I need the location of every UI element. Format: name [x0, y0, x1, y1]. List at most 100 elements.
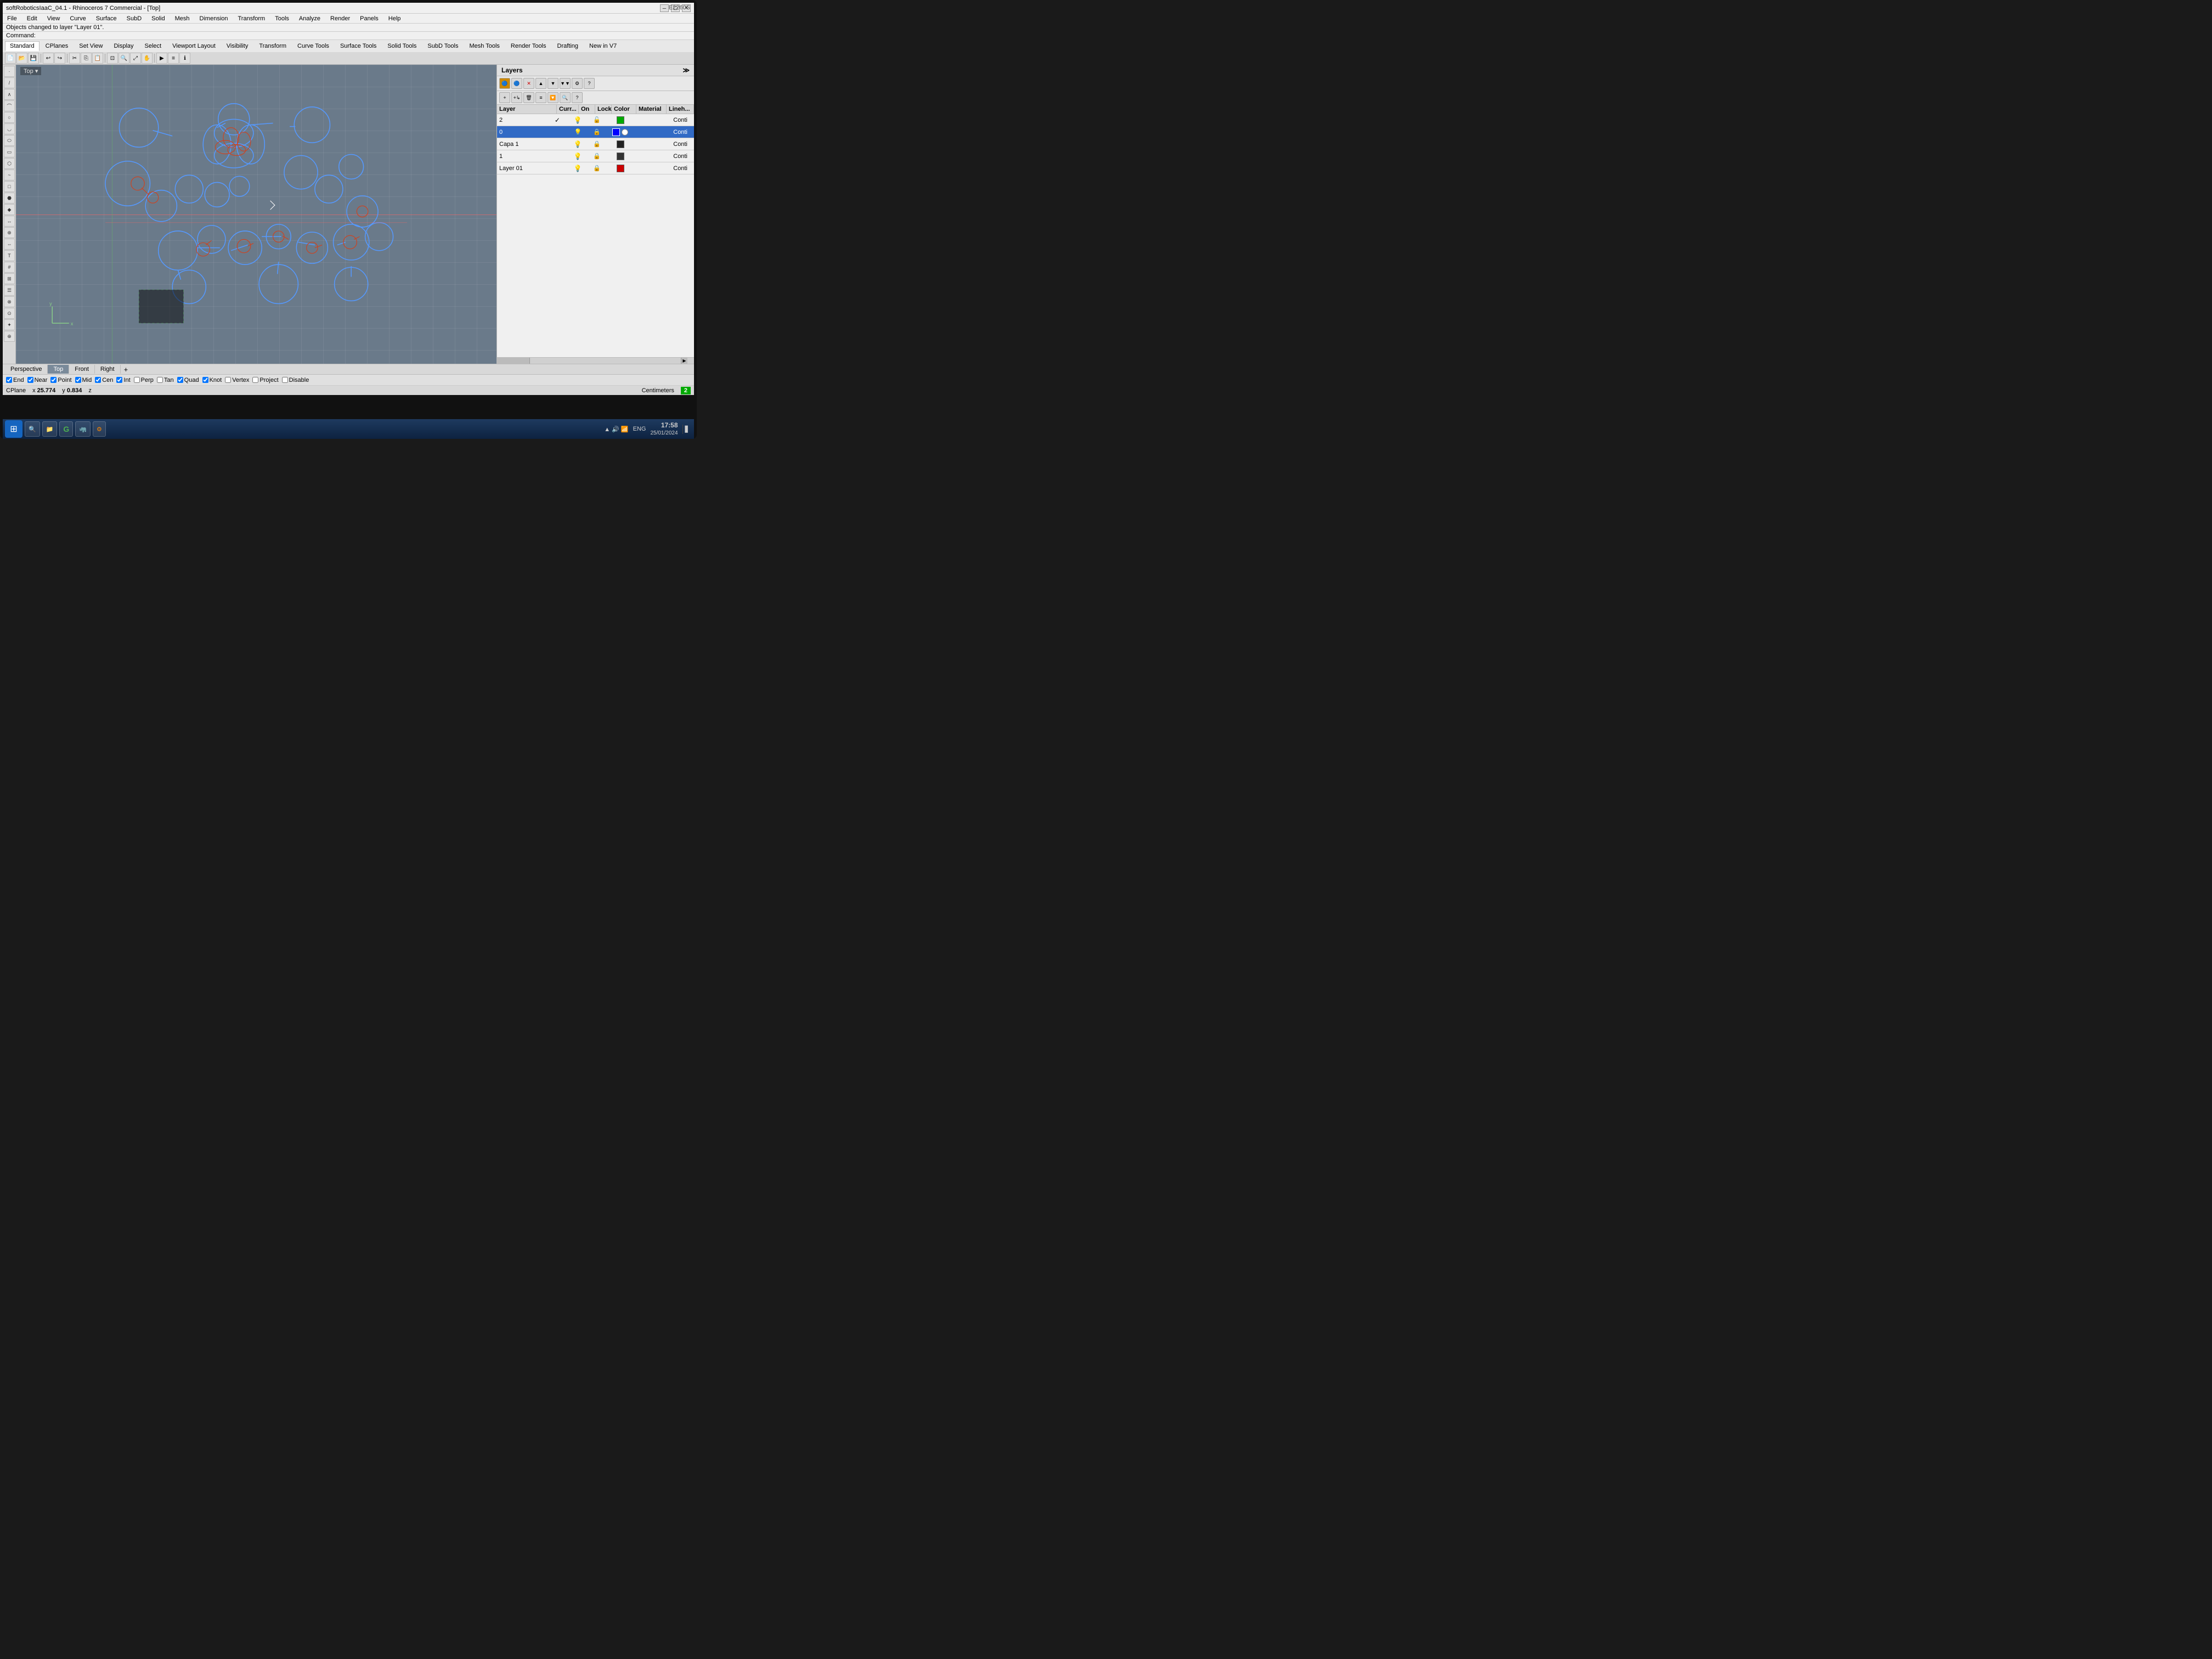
circle-tool[interactable]: ○ — [4, 112, 15, 123]
layer-help2-icon[interactable]: ? — [572, 92, 583, 103]
menu-view[interactable]: View — [45, 15, 63, 22]
layer-color-swatch-layer01[interactable] — [617, 165, 624, 172]
tab-subd-tools[interactable]: SubD Tools — [422, 41, 463, 51]
layer-row-1[interactable]: 1 💡 🔒 Conti — [497, 150, 694, 162]
transform-tool[interactable]: ↔ — [4, 216, 15, 227]
tab-mesh-tools[interactable]: Mesh Tools — [464, 41, 504, 51]
layer-lock-2[interactable]: 🔓 — [588, 116, 607, 123]
tab-new-v7[interactable]: New in V7 — [584, 41, 622, 51]
tab-top[interactable]: Top — [48, 365, 69, 374]
light-tool[interactable]: ✦ — [4, 319, 15, 330]
surface-tool[interactable]: □ — [4, 181, 15, 192]
taskbar-explorer[interactable]: 📁 — [42, 421, 58, 437]
layer-color-1[interactable] — [607, 153, 634, 160]
taskbar-browser[interactable]: G — [59, 421, 73, 437]
snap-point[interactable]: Point — [50, 377, 71, 383]
tab-render-tools[interactable]: Render Tools — [506, 41, 551, 51]
layer-new-sublayer-btn[interactable]: 🔵 — [511, 78, 522, 89]
layer-btn[interactable]: ≡ — [168, 53, 179, 64]
taskbar-app[interactable]: ⚙ — [93, 421, 106, 437]
menu-dimension[interactable]: Dimension — [198, 15, 230, 22]
rect-tool[interactable]: ▭ — [4, 146, 15, 157]
layer-new-sub-icon[interactable]: +↳ — [511, 92, 522, 103]
layer-color-swatch-1[interactable] — [617, 153, 624, 160]
layer-on-capa1[interactable]: 💡 — [568, 140, 588, 148]
group-tool[interactable]: ☰ — [4, 285, 15, 296]
start-button[interactable]: ⊞ — [5, 420, 22, 438]
tab-standard[interactable]: Standard — [5, 41, 40, 51]
solid-tool[interactable]: ◆ — [4, 204, 15, 215]
layer-color-capa1[interactable] — [607, 140, 634, 148]
line-tool[interactable]: / — [4, 77, 15, 88]
tab-visibility[interactable]: Visibility — [222, 41, 253, 51]
layer-match-icon[interactable]: ≡ — [535, 92, 546, 103]
ellipse-tool[interactable]: ⬭ — [4, 135, 15, 146]
layer-color-swatch-2[interactable] — [617, 116, 624, 124]
menu-subd[interactable]: SubD — [125, 15, 144, 22]
layers-scrollbar-h[interactable]: ▶ — [497, 357, 694, 364]
tab-viewport-layout[interactable]: Viewport Layout — [167, 41, 221, 51]
menu-render[interactable]: Render — [328, 15, 352, 22]
layer-color-0[interactable] — [607, 128, 634, 136]
layer-search-icon[interactable]: 🔍 — [560, 92, 571, 103]
layer-color-swatch-0[interactable] — [612, 128, 620, 136]
layer-row-capa1[interactable]: Capa 1 💡 🔒 Conti — [497, 138, 694, 150]
curve-tool[interactable]: ⌒ — [4, 100, 15, 111]
layer-color-swatch-capa1[interactable] — [617, 140, 624, 148]
layer-row-0[interactable]: 0 💡 🔒 Conti — [497, 126, 694, 138]
copy-btn[interactable]: ⎘ — [81, 53, 92, 64]
tab-transform[interactable]: Transform — [254, 41, 291, 51]
layer-row-2[interactable]: 2 ✓ 💡 🔓 Conti — [497, 114, 694, 126]
layer-up-btn[interactable]: ▲ — [535, 78, 546, 89]
layer-filter-icon[interactable]: 🔽 — [548, 92, 558, 103]
snap-quad[interactable]: Quad — [177, 377, 199, 383]
layer-del-icon[interactable]: 🗑 — [523, 92, 534, 103]
layer-lock-capa1[interactable]: 🔒 — [588, 140, 607, 148]
open-btn[interactable]: 📂 — [16, 53, 27, 64]
freeform-tool[interactable]: ~ — [4, 170, 15, 180]
layer-delete-btn[interactable]: ✕ — [523, 78, 534, 89]
layer-on-1[interactable]: 💡 — [568, 153, 588, 160]
minimize-button[interactable]: ─ — [660, 4, 669, 12]
layer-material-swatch-0[interactable] — [622, 129, 628, 136]
layer-color-layer01[interactable] — [607, 165, 634, 172]
layer-new-btn[interactable]: 🔵 — [499, 78, 510, 89]
layer-settings-btn[interactable]: ⚙ — [572, 78, 583, 89]
menu-help[interactable]: Help — [386, 15, 403, 22]
undo-btn[interactable]: ↩ — [43, 53, 54, 64]
show-desktop-btn[interactable]: ▋ — [682, 425, 692, 434]
viewport-area[interactable]: Top ▾ — [16, 65, 496, 364]
snap-knot[interactable]: Knot — [202, 377, 222, 383]
layer-color-2[interactable] — [607, 116, 634, 124]
camera-tool[interactable]: ⊙ — [4, 308, 15, 319]
layer-new-icon[interactable]: + — [499, 92, 510, 103]
snap-end[interactable]: End — [6, 377, 24, 383]
layer-on-0[interactable]: 💡 — [568, 128, 588, 136]
zoom-btn[interactable]: 🔍 — [119, 53, 129, 64]
layers-collapse-icon[interactable]: ≫ — [682, 66, 690, 74]
tab-set-view[interactable]: Set View — [74, 41, 108, 51]
menu-transform[interactable]: Transform — [236, 15, 268, 22]
layer-help-btn[interactable]: ? — [584, 78, 595, 89]
arc-tool[interactable]: ◡ — [4, 123, 15, 134]
taskbar-search[interactable]: 🔍 — [25, 421, 40, 437]
select-all-btn[interactable]: ⊡ — [107, 53, 118, 64]
menu-surface[interactable]: Surface — [94, 15, 119, 22]
tab-drafting[interactable]: Drafting — [552, 41, 584, 51]
text-tool[interactable]: T — [4, 250, 15, 261]
layer-filter-btn[interactable]: ▼▼ — [560, 78, 571, 89]
menu-tools[interactable]: Tools — [273, 15, 291, 22]
snap-perp[interactable]: Perp — [134, 377, 154, 383]
props-btn[interactable]: ℹ — [179, 53, 190, 64]
snap-mid[interactable]: Mid — [75, 377, 92, 383]
layer-indicator[interactable]: 2 — [681, 387, 691, 394]
scrollbar-right-arrow[interactable]: ▶ — [681, 358, 687, 364]
point-tool[interactable]: · — [4, 66, 15, 77]
snap-tool[interactable]: ⊗ — [4, 296, 15, 307]
mesh-tool[interactable]: ⬣ — [4, 193, 15, 204]
layer-row-layer01[interactable]: Layer 01 💡 🔒 Conti — [497, 162, 694, 174]
misc-tool[interactable]: ⊕ — [4, 331, 15, 342]
layer-lock-0[interactable]: 🔒 — [588, 128, 607, 136]
menu-panels[interactable]: Panels — [358, 15, 381, 22]
menu-curve[interactable]: Curve — [67, 15, 88, 22]
